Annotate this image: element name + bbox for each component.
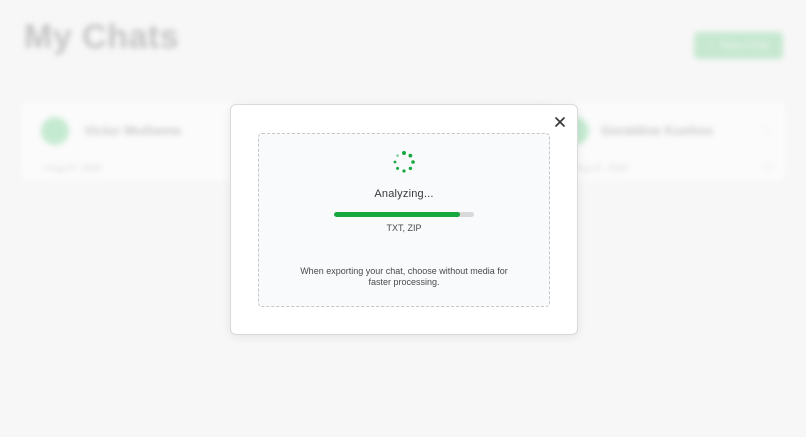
progress-bar (334, 212, 474, 217)
chat-date: Aug 27, 2025 (574, 163, 628, 173)
close-icon (555, 117, 565, 127)
avatar (41, 117, 69, 145)
loading-spinner-icon (393, 151, 415, 173)
new-chat-label: New Chat (720, 39, 769, 52)
export-tip: When exporting your chat, choose without… (300, 266, 508, 287)
new-chat-button[interactable]: + New Chat (694, 32, 783, 59)
upload-modal: Analyzing... TXT, ZIP When exporting you… (230, 104, 578, 335)
more-options-icon[interactable]: ⋮ (760, 123, 772, 137)
chat-card[interactable]: Victor Mutheme ▪ Aug 27, 2025 (20, 100, 257, 182)
progress-bar-fill (334, 212, 460, 217)
plus-icon: + (708, 39, 715, 52)
chat-date-text: Aug 27, 2025 (48, 163, 102, 173)
upload-dropzone[interactable]: Analyzing... TXT, ZIP When exporting you… (258, 133, 550, 307)
chat-date: ▪ Aug 27, 2025 (43, 163, 102, 173)
accepted-file-types: TXT, ZIP (386, 223, 422, 233)
chat-name: Victor Mutheme (84, 123, 182, 138)
calendar-icon: ▪ (43, 163, 47, 173)
chat-name: Geraldine Kunhos (601, 123, 713, 138)
page-title: My Chats (24, 18, 180, 56)
close-button[interactable] (553, 115, 567, 129)
chat-card[interactable]: Geraldine Kunhos ⋮ Aug 27, 2025 ▭ (545, 100, 787, 182)
message-count-icon: ▭ (763, 161, 772, 171)
status-text: Analyzing... (374, 188, 434, 200)
